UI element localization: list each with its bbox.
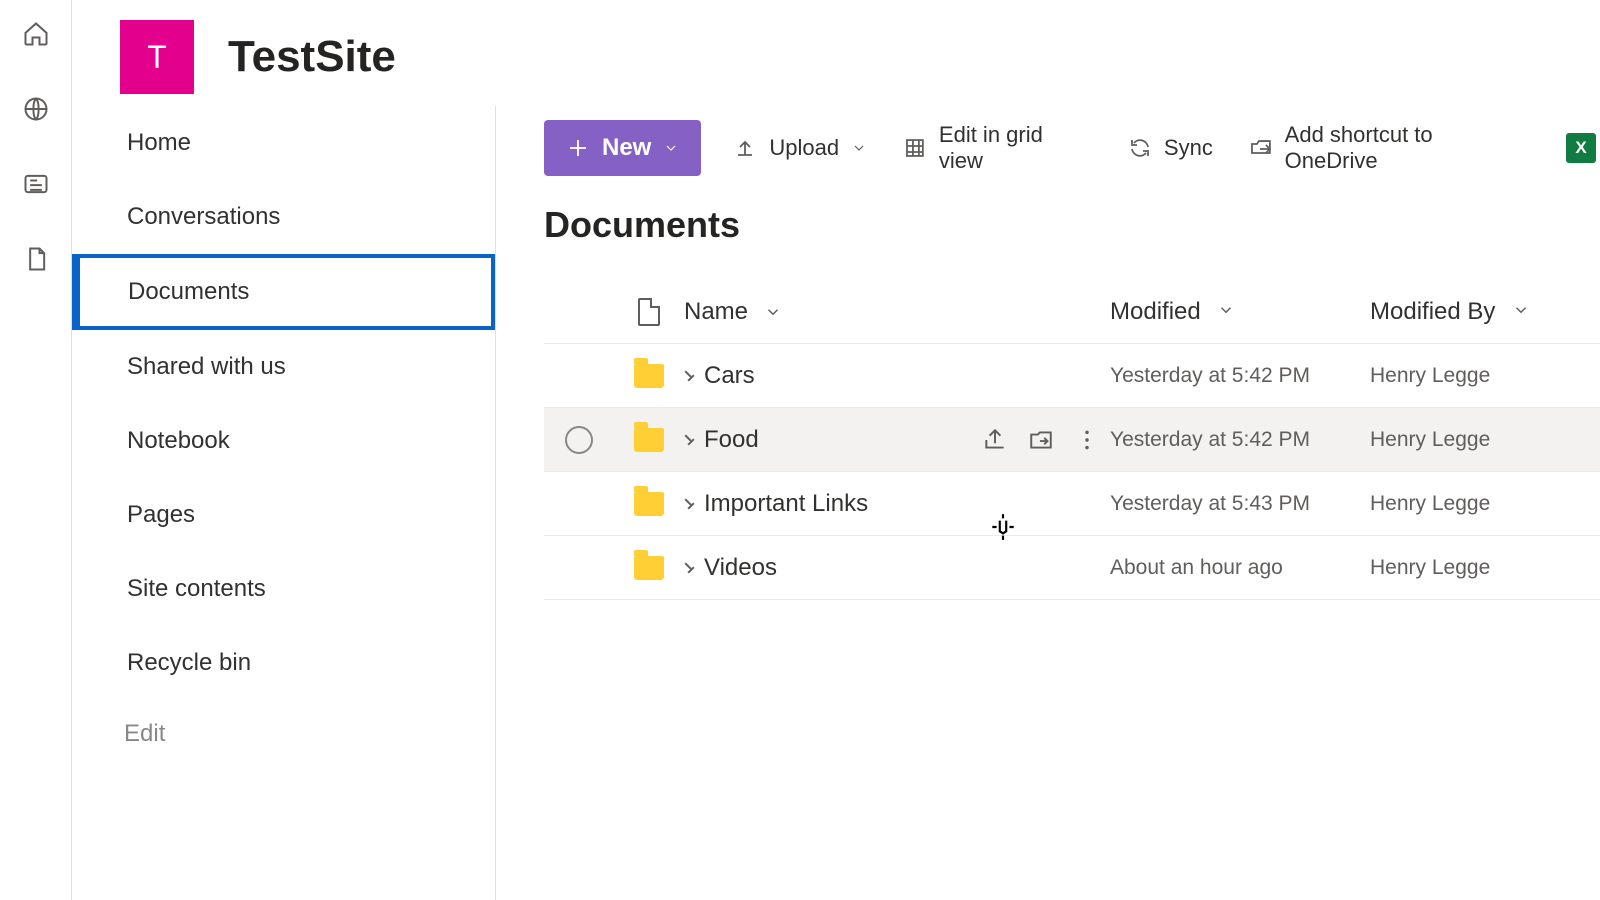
site-tile[interactable]: T — [120, 20, 194, 94]
chevron-down-icon — [1217, 301, 1235, 319]
news-icon[interactable] — [22, 170, 50, 203]
add-shortcut-button[interactable]: Add shortcut to OneDrive — [1245, 116, 1534, 180]
globe-icon[interactable] — [22, 95, 50, 128]
table-row[interactable]: Videos About an hour agoHenry Legge — [544, 536, 1600, 600]
link-overlay-icon — [684, 433, 698, 447]
site-title: TestSite — [228, 32, 396, 82]
modifiedby-column-label: Modified By — [1370, 298, 1495, 325]
link-overlay-icon — [684, 497, 698, 511]
left-nav: HomeConversationsDocumentsShared with us… — [72, 106, 496, 900]
nav-item-pages[interactable]: Pages — [72, 478, 495, 552]
table-header: Name Modified Modified By — [544, 280, 1600, 344]
home-icon[interactable] — [22, 20, 50, 53]
edit-grid-view-label: Edit in grid view — [939, 122, 1092, 174]
site-header: T TestSite — [72, 0, 1600, 106]
sync-button-label: Sync — [1164, 135, 1213, 161]
upload-button-label: Upload — [769, 135, 839, 161]
nav-item-recycle-bin[interactable]: Recycle bin — [72, 626, 495, 700]
chevron-down-icon — [1512, 301, 1530, 319]
link-overlay-icon — [684, 369, 698, 383]
add-shortcut-label: Add shortcut to OneDrive — [1285, 122, 1530, 174]
content-area: New Upload Edit in grid view Sync — [496, 106, 1600, 900]
files-icon[interactable] — [22, 245, 50, 278]
nav-edit-link[interactable]: Edit — [72, 700, 495, 748]
modified-cell: About an hour ago — [1110, 556, 1370, 580]
nav-item-home[interactable]: Home — [72, 106, 495, 180]
nav-item-notebook[interactable]: Notebook — [72, 404, 495, 478]
select-circle[interactable] — [565, 426, 593, 454]
shortcut-icon — [1249, 136, 1273, 160]
folder-icon — [634, 556, 664, 580]
modified-column-label: Modified — [1110, 298, 1201, 325]
modifiedby-column-header[interactable]: Modified By — [1370, 298, 1600, 326]
chevron-down-icon — [764, 303, 782, 321]
share-icon[interactable] — [982, 427, 1008, 453]
chevron-down-icon — [663, 140, 679, 156]
chevron-down-icon — [851, 140, 867, 156]
table-row[interactable]: Important Links Yesterday at 5:43 PMHenry… — [544, 472, 1600, 536]
modified-cell: Yesterday at 5:42 PM — [1110, 364, 1370, 388]
app-rail — [0, 0, 72, 900]
modifiedby-cell: Henry Legge — [1370, 492, 1600, 516]
app-main: T TestSite HomeConversationsDocumentsSha… — [72, 0, 1600, 900]
command-bar: New Upload Edit in grid view Sync — [544, 106, 1600, 204]
nav-item-shared-with-us[interactable]: Shared with us — [72, 330, 495, 404]
table-row[interactable]: Cars Yesterday at 5:42 PMHenry Legge — [544, 344, 1600, 408]
modifiedby-cell: Henry Legge — [1370, 364, 1600, 388]
upload-icon — [733, 136, 757, 160]
link-overlay-icon — [684, 561, 698, 575]
name-column-label: Name — [684, 298, 748, 326]
type-column-header[interactable] — [614, 298, 684, 326]
file-type-icon — [638, 298, 660, 326]
table-row[interactable]: Food Yesterday at 5:42 PMHenry Legge — [544, 408, 1600, 472]
upload-button[interactable]: Upload — [729, 129, 871, 167]
modified-column-header[interactable]: Modified — [1110, 298, 1370, 326]
folder-icon — [634, 428, 664, 452]
excel-icon: X — [1566, 133, 1596, 163]
item-name[interactable]: Cars — [704, 362, 755, 390]
item-name[interactable]: Videos — [704, 554, 777, 582]
grid-icon — [903, 136, 927, 160]
plus-icon — [566, 136, 590, 160]
modifiedby-cell: Henry Legge — [1370, 428, 1600, 452]
folder-icon — [634, 492, 664, 516]
page-title: Documents — [544, 204, 1600, 246]
document-list: Name Modified Modified By — [544, 280, 1600, 600]
folder-icon — [634, 364, 664, 388]
new-button[interactable]: New — [544, 120, 701, 176]
more-actions-icon[interactable] — [1074, 427, 1100, 453]
move-to-icon[interactable] — [1028, 427, 1054, 453]
sync-button[interactable]: Sync — [1124, 129, 1217, 167]
nav-item-site-contents[interactable]: Site contents — [72, 552, 495, 626]
nav-item-conversations[interactable]: Conversations — [72, 180, 495, 254]
modified-cell: Yesterday at 5:43 PM — [1110, 492, 1370, 516]
item-name[interactable]: Important Links — [704, 490, 868, 518]
modified-cell: Yesterday at 5:42 PM — [1110, 428, 1370, 452]
edit-grid-view-button[interactable]: Edit in grid view — [899, 116, 1096, 180]
name-column-header[interactable]: Name — [684, 298, 910, 326]
nav-item-documents[interactable]: Documents — [72, 254, 495, 330]
sync-icon — [1128, 136, 1152, 160]
export-excel-button[interactable]: X — [1562, 127, 1600, 169]
item-name[interactable]: Food — [704, 426, 759, 454]
new-button-label: New — [602, 134, 651, 162]
modifiedby-cell: Henry Legge — [1370, 556, 1600, 580]
